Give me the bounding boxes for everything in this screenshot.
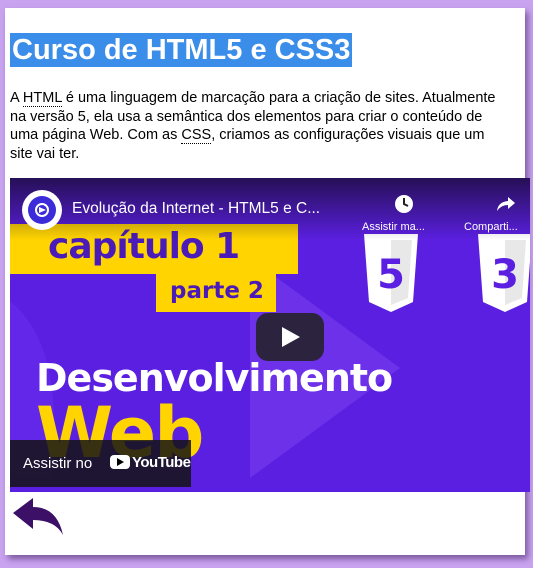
intro-text-1: A xyxy=(10,90,23,106)
css3-shield-number: 3 xyxy=(491,252,519,298)
share-button[interactable]: Comparti... xyxy=(464,194,530,233)
play-button[interactable] xyxy=(256,313,324,361)
watch-later-button[interactable]: Assistir ma... xyxy=(362,194,442,233)
thumbnail-part-banner: parte 2 xyxy=(156,274,276,312)
watch-on-youtube-button[interactable]: Assistir no YouTube xyxy=(10,440,191,487)
youtube-video-embed[interactable]: capítulo 1 parte 2 5 3 Desenvolvimento W… xyxy=(10,178,530,492)
css3-shield-icon: 3 xyxy=(478,234,530,312)
watch-later-label: Assistir ma... xyxy=(362,221,425,233)
share-arrow-icon xyxy=(497,197,515,211)
html5-shield-number: 5 xyxy=(377,252,405,298)
clock-icon xyxy=(395,195,413,213)
channel-avatar-icon[interactable] xyxy=(22,190,62,230)
video-title-link[interactable]: Evolução da Internet - HTML5 e C... xyxy=(72,200,362,218)
thumbnail-part-text: parte 2 xyxy=(170,278,264,304)
page-title: Curso de HTML5 e CSS3 xyxy=(10,33,353,67)
html5-shield-icon: 5 xyxy=(364,234,418,312)
back-arrow-icon[interactable] xyxy=(11,497,65,537)
html-abbreviation: HTML xyxy=(22,90,62,107)
watch-on-label: Assistir no xyxy=(23,455,93,472)
share-label: Comparti... xyxy=(464,221,518,233)
css-abbreviation: CSS xyxy=(181,127,212,144)
youtube-logo-icon xyxy=(110,455,130,469)
intro-paragraph: A HTML é uma linguagem de marcação para … xyxy=(10,89,505,163)
play-icon xyxy=(282,327,300,347)
youtube-wordmark: YouTube xyxy=(132,454,191,471)
